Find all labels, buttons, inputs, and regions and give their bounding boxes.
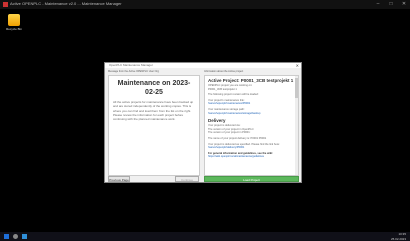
dialog-title: OpenPLC Maintenance Manager	[105, 63, 301, 68]
project-info-box[interactable]: Active Project: P0001_3CB testprojekt 1 …	[204, 75, 299, 176]
search-icon[interactable]	[13, 234, 18, 239]
window-controls: – □ ✕	[374, 0, 408, 9]
dialog-close-icon[interactable]: ✕	[296, 63, 299, 68]
load-project-button[interactable]: Load Project	[204, 176, 299, 182]
maintenance-heading: Maintenance on 2023-02-25	[117, 80, 191, 96]
minimize-button[interactable]: –	[374, 0, 382, 9]
message-box: Maintenance on 2023-02-25 All the active…	[108, 75, 200, 176]
taskbar-clock[interactable]: 10:35 25.02.2023	[391, 232, 406, 241]
previous-page-button[interactable]: Previous Page	[108, 176, 130, 182]
message-panel: Message from the Active OPENPLC User Org…	[108, 70, 200, 176]
guidelines-link[interactable]: https://wiki.openplc.local/maintenance/g…	[208, 155, 295, 159]
maximize-button[interactable]: □	[387, 0, 395, 9]
storage-link[interactable]: \\server\openplc\maintenance\storage\bac…	[208, 112, 295, 116]
window-title: Active OPENPLC - Maintenance v2.0 ... Ma…	[10, 1, 122, 6]
clock-date: 25.02.2023	[390, 236, 406, 241]
close-window-button[interactable]: ✕	[400, 0, 408, 9]
info-scrollbar-thumb[interactable]	[295, 78, 298, 98]
recycle-bin-icon	[8, 14, 20, 26]
info-scrollbar[interactable]	[295, 76, 298, 175]
message-panel-label: Message from the Active OPENPLC User Org	[108, 70, 159, 73]
continue-button[interactable]: Continue	[175, 176, 199, 182]
taskbar: 10:35 25.02.2023	[0, 232, 410, 241]
project-info-panel: Information about the Active project Act…	[204, 70, 299, 176]
desktop-icon-recycle-bin[interactable]: Recycle Bin	[4, 14, 24, 31]
project-info-label: Information about the Active project	[204, 70, 244, 73]
maintenance-message: All the active projects for maintenance …	[113, 100, 194, 122]
window-titlebar: Active OPENPLC - Maintenance v2.0 ... Ma…	[0, 0, 410, 9]
start-icon[interactable]	[4, 234, 9, 239]
app-icon	[3, 2, 8, 7]
app-taskbar-icon[interactable]	[22, 234, 27, 239]
desktop-icon-label: Recycle Bin	[6, 27, 22, 31]
maintenance-dialog: OpenPLC Maintenance Manager ✕ Message fr…	[104, 62, 302, 183]
